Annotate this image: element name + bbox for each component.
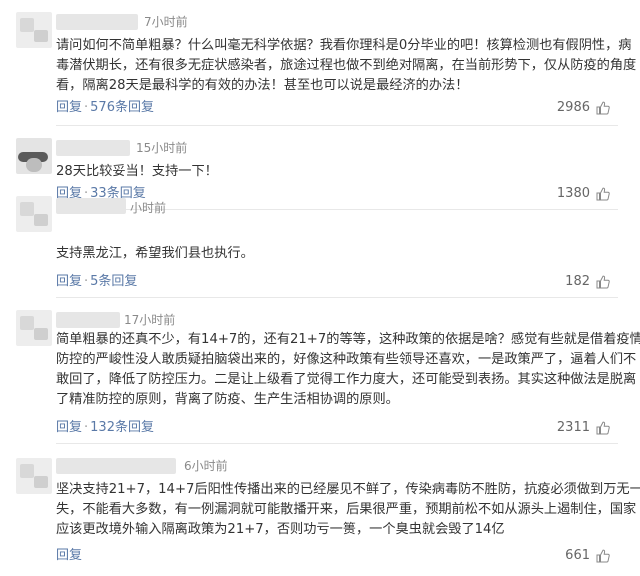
avatar[interactable] [16, 138, 52, 174]
reply-button[interactable]: 回复 [56, 548, 82, 563]
comment-line: 坚决支持21+7，14+7后阳性传播出来的已经屡见不鲜了，传染病毒防不胜防，抗疫… [56, 482, 640, 497]
comment-item: 6小时前 坚决支持21+7，14+7后阳性传播出来的已经屡见不鲜了，传染病毒防不… [0, 452, 640, 572]
timestamp: 7小时前 [144, 15, 188, 29]
thumbs-up-icon [596, 101, 610, 115]
comment-line: 敢回了，降低了防控压力。二是让上级看了觉得工作力度大，还可能受到表扬。其实这种做… [56, 372, 637, 387]
comment-line: 支持黑龙江，希望我们县也执行。 [56, 246, 254, 261]
avatar[interactable] [16, 310, 52, 346]
username[interactable] [56, 140, 130, 156]
comment-line: 请问如何不简单粗暴？什么叫毫无科学依据？我看你理科是0分毕业的吧！核算检测也有假… [56, 38, 632, 53]
timestamp: 小时前 [130, 201, 167, 215]
reply-button[interactable]: 回复 [56, 274, 82, 289]
like-count: 2986 [556, 100, 590, 115]
like-button[interactable]: 182 [565, 274, 610, 290]
comment-text: 请问如何不简单粗暴？什么叫毫无科学依据？我看你理科是0分毕业的吧！核算检测也有假… [56, 36, 637, 96]
comment-actions: 回复 [56, 548, 82, 564]
comment-line: 简单粗暴的还真不少，有14+7的，还有21+7的等等，这种政策的依据是啥？感觉有… [56, 332, 640, 347]
comment-text: 坚决支持21+7，14+7后阳性传播出来的已经屡见不鲜了，传染病毒防不胜防，抗疫… [56, 480, 640, 540]
username[interactable] [56, 458, 176, 474]
comment-line: 失，不能看大多数，有一例漏洞就可能散播开来，后果很严重，预期前松不如从源头上遏制… [56, 502, 637, 517]
separator: · [84, 274, 89, 289]
divider [56, 297, 618, 298]
reply-button[interactable]: 回复 [56, 420, 82, 435]
avatar[interactable] [16, 196, 52, 232]
comment-item: 17小时前 简单粗暴的还真不少，有14+7的，还有21+7的等等，这种政策的依据… [0, 306, 640, 444]
divider [56, 443, 618, 444]
username[interactable] [56, 312, 120, 328]
like-count: 661 [565, 548, 590, 563]
like-button[interactable]: 2311 [557, 420, 610, 436]
comment-line: 看，隔离28天是最科学的有效的办法！甚至也可以说是最经济的办法！ [56, 78, 469, 93]
thumbs-up-icon [596, 549, 610, 563]
comment-line: 毒潜伏期长，还有很多无症状感染者，旅途过程也做不到绝对隔离，在当前形势下，仅从防… [56, 58, 637, 73]
like-count: 2311 [556, 420, 590, 435]
like-count: 182 [565, 274, 590, 289]
view-replies-link[interactable]: 576条回复 [90, 100, 154, 115]
reply-button[interactable]: 回复 [56, 100, 82, 115]
thumbs-up-icon [596, 275, 610, 289]
separator: · [84, 100, 89, 115]
thumbs-up-icon [596, 421, 610, 435]
like-button[interactable]: 2986 [557, 100, 610, 116]
comment-line: 28天比较妥当！支持一下！ [56, 164, 218, 179]
comment-line: 防控的严峻性没人敢质疑拍脑袋出来的，好像这种政策有些领导还喜欢，一是政策严了，逼… [56, 352, 637, 367]
comment-item: 小时前 支持黑龙江，希望我们县也执行。 回复 · 5条回复 182 [0, 196, 640, 298]
comment-actions: 回复 · 5条回复 [56, 274, 137, 290]
divider [56, 125, 618, 126]
comment-actions: 回复 · 132条回复 [56, 420, 154, 436]
comment-text: 简单粗暴的还真不少，有14+7的，还有21+7的等等，这种政策的依据是啥？感觉有… [56, 330, 640, 410]
comment-actions: 回复 · 576条回复 [56, 100, 154, 116]
avatar[interactable] [16, 12, 52, 48]
username[interactable] [56, 198, 126, 214]
username[interactable] [56, 14, 138, 30]
timestamp: 17小时前 [124, 313, 176, 327]
avatar[interactable] [16, 458, 52, 494]
timestamp: 15小时前 [136, 141, 188, 155]
separator: · [84, 420, 89, 435]
comment-line: 了精准防控的原则，背离了防疫、生产生活相协调的原则。 [56, 392, 399, 407]
comment-text: 28天比较妥当！支持一下！ [56, 162, 608, 182]
timestamp: 6小时前 [184, 459, 228, 473]
comment-text: 支持黑龙江，希望我们县也执行。 [56, 244, 608, 264]
view-replies-link[interactable]: 132条回复 [90, 420, 154, 435]
comment-line: 应该更改境外输入隔离政策为21+7，否则功亏一篑，一个臭虫就会毁了14亿 [56, 522, 505, 537]
like-button[interactable]: 661 [565, 548, 610, 564]
comment-item: 7小时前 请问如何不简单粗暴？什么叫毫无科学依据？我看你理科是0分毕业的吧！核算… [0, 8, 640, 126]
view-replies-link[interactable]: 5条回复 [90, 274, 137, 289]
